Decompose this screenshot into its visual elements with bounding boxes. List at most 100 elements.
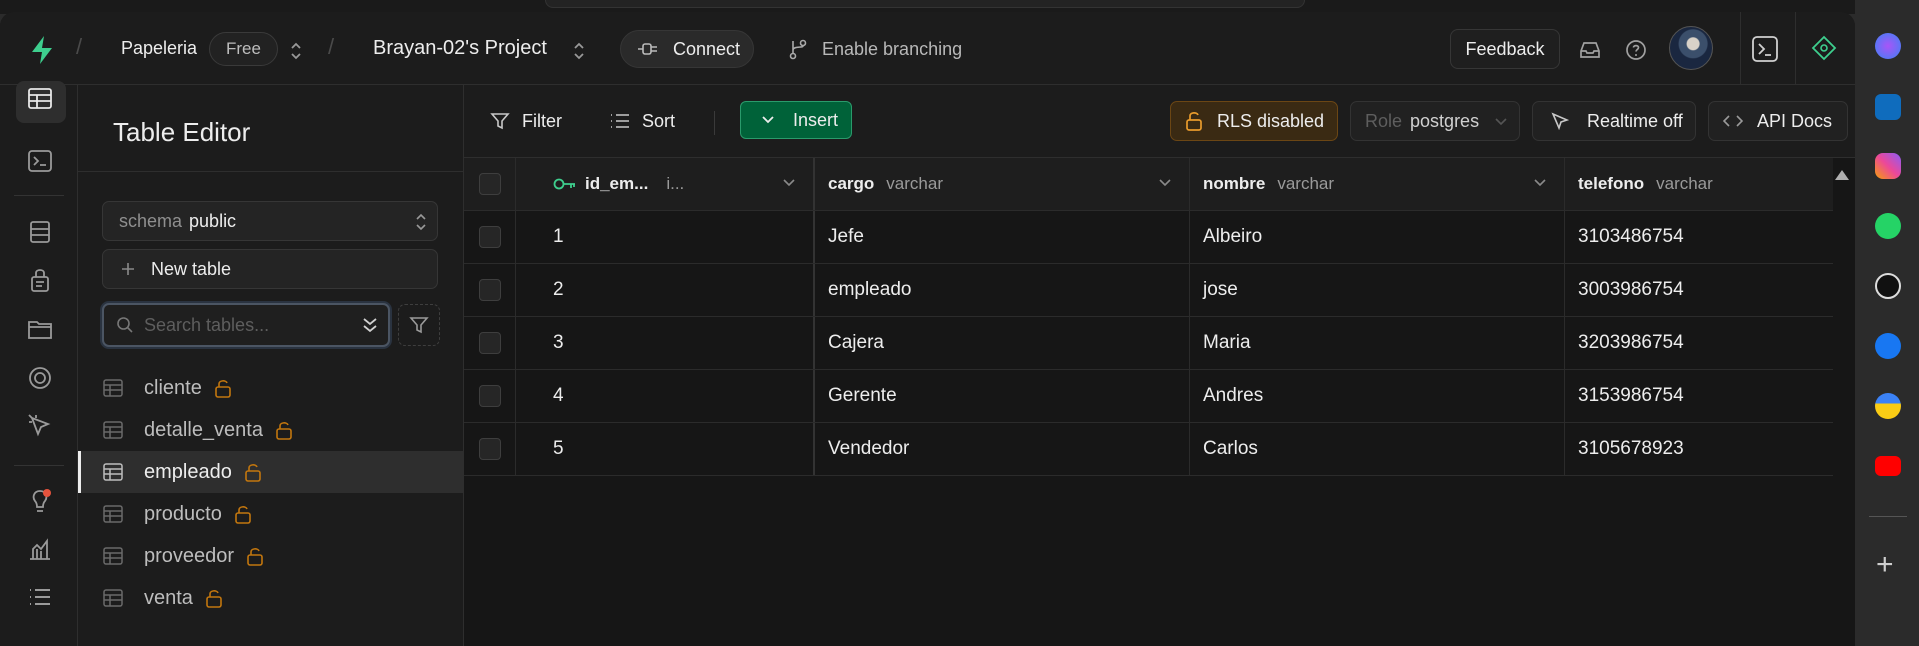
- feedback-button[interactable]: Feedback: [1450, 29, 1560, 69]
- project-name[interactable]: Brayan-02's Project: [373, 37, 547, 60]
- pointer-icon: [1551, 112, 1569, 130]
- cell-cargo[interactable]: Cajera: [815, 317, 1190, 369]
- plus-icon[interactable]: +: [1876, 550, 1894, 580]
- table-row[interactable]: 2 empleado jose 3003986754: [464, 264, 1833, 317]
- database-icon[interactable]: [26, 218, 54, 246]
- table-list-item[interactable]: venta: [78, 577, 463, 619]
- filter-tables-button[interactable]: [398, 304, 440, 346]
- outlook-icon[interactable]: [1875, 94, 1901, 120]
- project-switcher-chevron-icon[interactable]: [571, 40, 587, 62]
- realtime-label: Realtime off: [1587, 110, 1683, 131]
- cell-id[interactable]: 1: [516, 211, 815, 263]
- row-checkbox[interactable]: [478, 385, 501, 407]
- scroll-up-arrow-icon[interactable]: [1835, 170, 1849, 180]
- column-type: varchar: [1656, 174, 1713, 193]
- cell-id[interactable]: 4: [516, 370, 815, 422]
- logs-list-icon[interactable]: [26, 583, 54, 611]
- help-icon[interactable]: [1624, 38, 1648, 62]
- column-menu-chevron-icon[interactable]: [1532, 175, 1548, 191]
- instagram-icon[interactable]: [1875, 153, 1901, 179]
- row-checkbox[interactable]: [478, 332, 501, 354]
- table-list-item[interactable]: cliente: [78, 367, 463, 409]
- new-table-button[interactable]: New table: [102, 249, 438, 289]
- sql-editor-icon[interactable]: [26, 147, 54, 175]
- supabase-logo-icon[interactable]: [26, 34, 58, 66]
- toolbar-divider: [714, 111, 715, 135]
- table-list-item[interactable]: detalle_venta: [78, 409, 463, 451]
- insert-button[interactable]: Insert: [740, 101, 852, 139]
- enable-branching-button[interactable]: Enable branching: [788, 30, 962, 68]
- whatsapp-icon[interactable]: [1875, 213, 1901, 239]
- api-docs-label: API Docs: [1757, 110, 1833, 131]
- cell-nombre[interactable]: Carlos: [1190, 423, 1565, 475]
- sql-terminal-icon[interactable]: [1750, 34, 1780, 64]
- connect-button[interactable]: Connect: [620, 30, 754, 68]
- table-row[interactable]: 5 Vendedor Carlos 3105678923: [464, 423, 1833, 476]
- cell-telefono[interactable]: 3103486754: [1565, 211, 1833, 263]
- cell-nombre[interactable]: jose: [1190, 264, 1565, 316]
- rls-disabled-button[interactable]: RLS disabled: [1170, 101, 1338, 141]
- browser-address-bar[interactable]: [545, 0, 1305, 8]
- inbox-icon[interactable]: [1578, 38, 1602, 62]
- table-list-item[interactable]: proveedor: [78, 535, 463, 577]
- row-checkbox[interactable]: [478, 226, 501, 248]
- column-menu-chevron-icon[interactable]: [1157, 175, 1173, 191]
- table-row[interactable]: 3 Cajera Maria 3203986754: [464, 317, 1833, 370]
- cell-nombre[interactable]: Maria: [1190, 317, 1565, 369]
- row-checkbox[interactable]: [478, 438, 501, 460]
- column-header-cargo[interactable]: cargo varchar: [815, 158, 1190, 210]
- filter-button[interactable]: Filter: [490, 101, 562, 141]
- table-name: empleado: [144, 460, 232, 483]
- cell-telefono[interactable]: 3153986754: [1565, 370, 1833, 422]
- table-row[interactable]: 1 Jefe Albeiro 3103486754: [464, 211, 1833, 264]
- realtime-button[interactable]: Realtime off: [1532, 101, 1696, 141]
- messenger-icon[interactable]: [1875, 33, 1901, 59]
- cell-id[interactable]: 2: [516, 264, 815, 316]
- row-checkbox[interactable]: [478, 279, 501, 301]
- chevrons-collapse-icon[interactable]: [362, 317, 378, 333]
- column-name: nombre: [1203, 174, 1266, 193]
- org-name[interactable]: Papeleria: [121, 38, 197, 59]
- search-tables-input[interactable]: [144, 314, 344, 336]
- org-switcher-chevron-icon[interactable]: [288, 40, 304, 62]
- cell-cargo[interactable]: empleado: [815, 264, 1190, 316]
- cell-telefono[interactable]: 3003986754: [1565, 264, 1833, 316]
- cell-telefono[interactable]: 3105678923: [1565, 423, 1833, 475]
- schema-select[interactable]: schema public: [102, 201, 438, 241]
- table-list-item[interactable]: producto: [78, 493, 463, 535]
- column-menu-chevron-icon[interactable]: [781, 175, 797, 191]
- medal-icon[interactable]: [1875, 393, 1901, 419]
- api-docs-button[interactable]: API Docs: [1708, 101, 1848, 141]
- role-select[interactable]: Role postgres: [1350, 101, 1520, 141]
- column-header-id[interactable]: id_em... i...: [516, 158, 815, 210]
- search-tables-box[interactable]: [102, 303, 390, 347]
- facebook-icon[interactable]: [1875, 333, 1901, 359]
- realtime-icon[interactable]: [26, 412, 54, 440]
- rail-item-table-editor[interactable]: [0, 81, 78, 129]
- insert-label: Insert: [793, 109, 839, 130]
- table-row[interactable]: 4 Gerente Andres 3153986754: [464, 370, 1833, 423]
- advisors-lightbulb-icon[interactable]: [26, 487, 54, 515]
- cell-id[interactable]: 5: [516, 423, 815, 475]
- cell-telefono[interactable]: 3203986754: [1565, 317, 1833, 369]
- edge-functions-icon[interactable]: [26, 364, 54, 392]
- auth-icon[interactable]: [26, 266, 54, 294]
- column-header-telefono[interactable]: telefono varchar: [1565, 158, 1833, 210]
- chatgpt-icon[interactable]: [1875, 273, 1901, 299]
- sort-label: Sort: [642, 110, 676, 131]
- reports-icon[interactable]: [26, 535, 54, 563]
- cell-cargo[interactable]: Jefe: [815, 211, 1190, 263]
- select-all-checkbox[interactable]: [478, 173, 501, 195]
- cell-cargo[interactable]: Vendedor: [815, 423, 1190, 475]
- user-avatar[interactable]: [1669, 26, 1713, 70]
- column-header-nombre[interactable]: nombre varchar: [1190, 158, 1565, 210]
- cell-id[interactable]: 3: [516, 317, 815, 369]
- storage-icon[interactable]: [26, 315, 54, 343]
- youtube-icon[interactable]: [1875, 456, 1901, 476]
- table-list-item[interactable]: empleado: [78, 451, 463, 493]
- cell-cargo[interactable]: Gerente: [815, 370, 1190, 422]
- cell-nombre[interactable]: Andres: [1190, 370, 1565, 422]
- sort-button[interactable]: Sort: [610, 101, 675, 141]
- assistant-diamond-icon[interactable]: [1810, 34, 1838, 62]
- cell-nombre[interactable]: Albeiro: [1190, 211, 1565, 263]
